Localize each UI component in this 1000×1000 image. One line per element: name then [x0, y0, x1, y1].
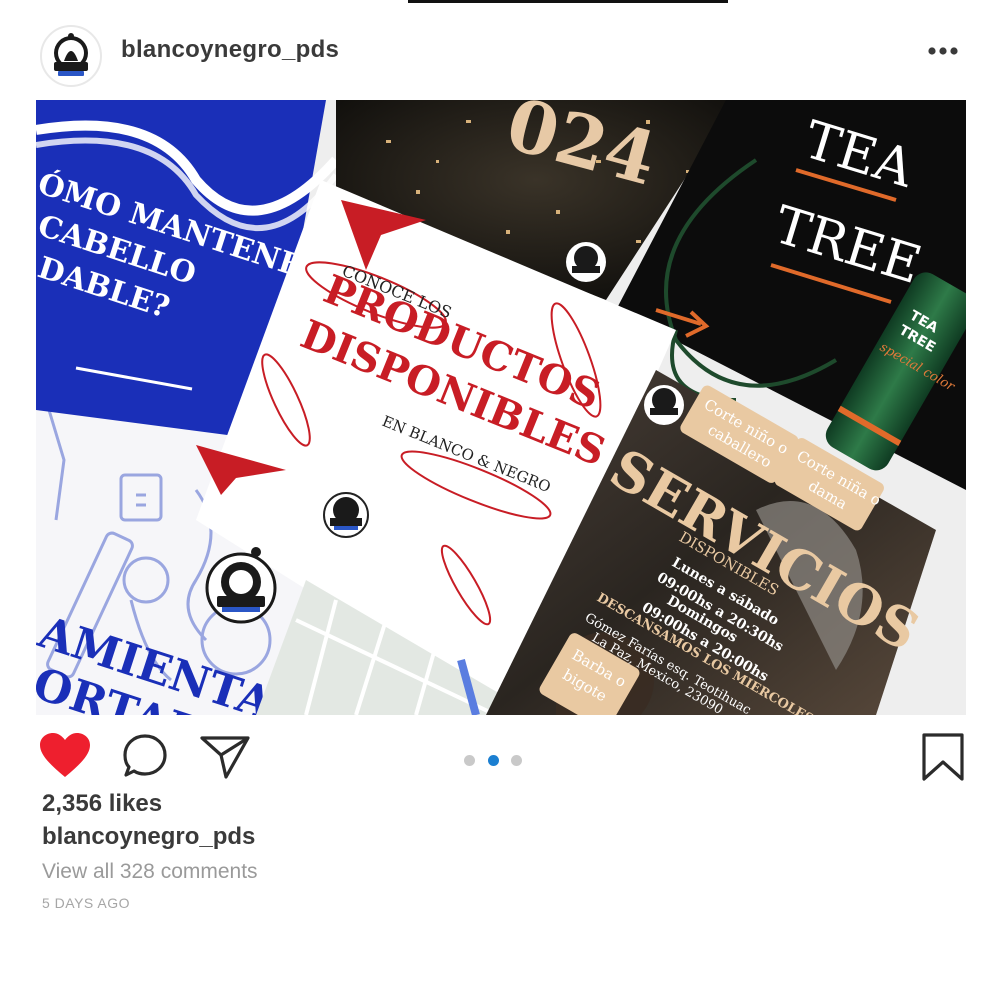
likes-count[interactable]: 2,356 likes: [42, 790, 162, 818]
comment-bubble-icon: [123, 734, 167, 777]
products-logo-icon: [323, 492, 369, 538]
carousel-dot[interactable]: [488, 755, 499, 766]
avatar[interactable]: [40, 25, 102, 87]
like-button[interactable]: [38, 732, 92, 785]
share-button[interactable]: [199, 732, 251, 785]
comment-button[interactable]: [121, 732, 169, 785]
brand-logo-icon: [44, 29, 98, 83]
carousel-dot[interactable]: [511, 755, 522, 766]
post-header: blancoynegro_pds: [0, 0, 1000, 100]
save-button[interactable]: [920, 732, 966, 787]
bookmark-icon: [922, 733, 964, 781]
more-horizontal-icon: [928, 47, 958, 55]
carousel-dot[interactable]: [464, 755, 475, 766]
post-image-carousel[interactable]: AMIENTAS ORTAB ÓMO MANTENER CABELLO DABL…: [36, 100, 966, 715]
new-year-logo-icon: [566, 242, 606, 282]
post-image: AMIENTAS ORTAB ÓMO MANTENER CABELLO DABL…: [36, 100, 966, 715]
view-comments-link[interactable]: View all 328 comments: [42, 860, 258, 884]
caption-username[interactable]: blancoynegro_pds: [42, 823, 255, 851]
post-username[interactable]: blancoynegro_pds: [121, 36, 339, 64]
post-timestamp: 5 DAYS AGO: [42, 895, 130, 911]
action-bar: [0, 720, 1000, 800]
heart-icon: [40, 733, 90, 777]
paper-plane-icon: [200, 736, 250, 779]
services-logo-icon: [644, 385, 684, 425]
more-options-button[interactable]: [922, 38, 966, 64]
